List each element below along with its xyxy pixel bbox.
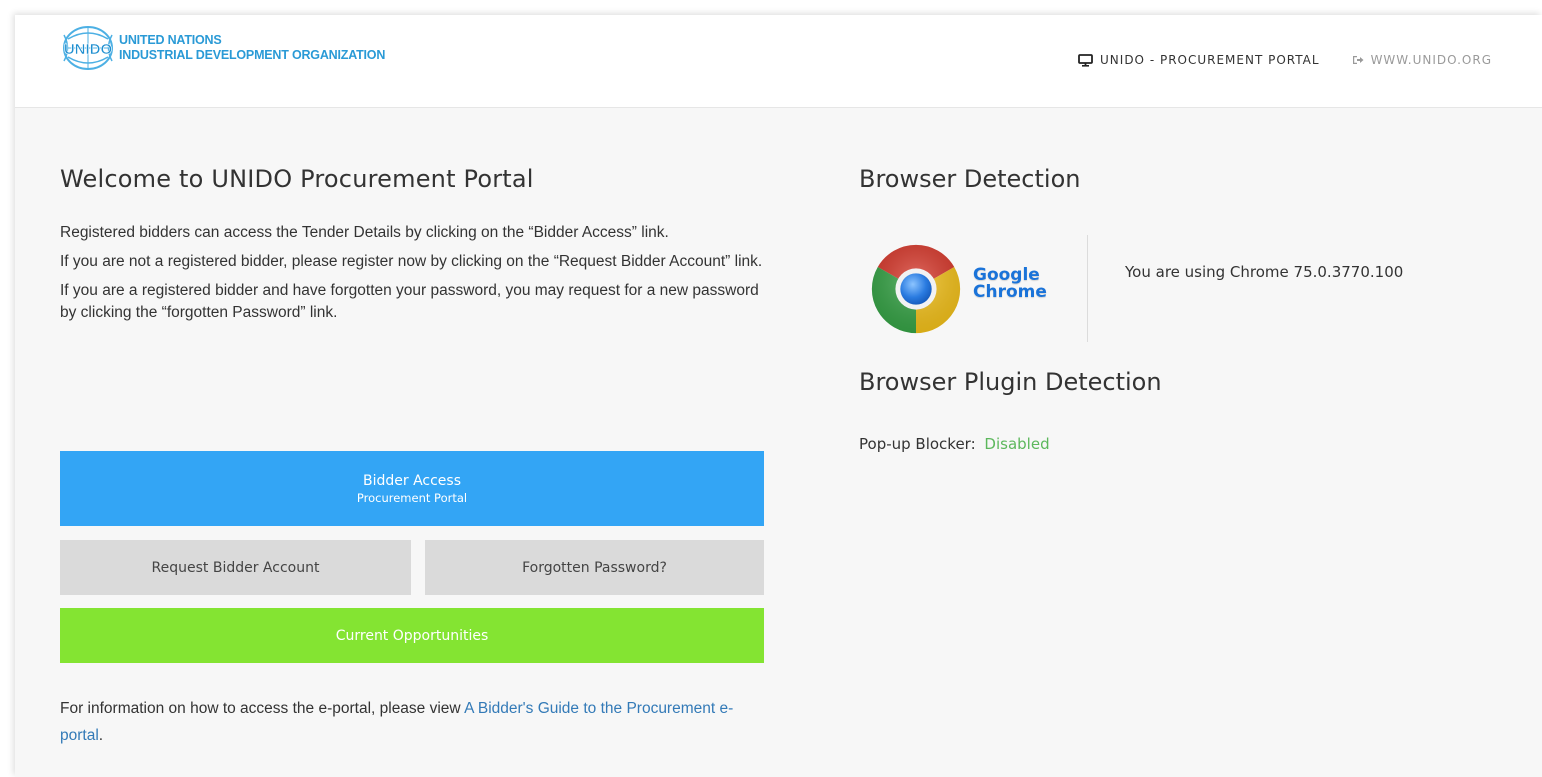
intro-paragraph-3: If you are a registered bidder and have … — [60, 282, 759, 321]
welcome-title: Welcome to UNIDO Procurement Portal — [60, 165, 534, 193]
intro-paragraph-2: If you are not a registered bidder, plea… — [60, 253, 763, 270]
logo-line-1: UNITED NATIONS — [119, 33, 222, 47]
popup-blocker-status: Disabled — [984, 435, 1050, 453]
browser-divider — [1087, 235, 1088, 342]
nav-procurement-portal-label: UNIDO - PROCUREMENT PORTAL — [1100, 53, 1320, 67]
browser-detection-box: Google Chrome You are using Chrome 75.0.… — [859, 235, 1499, 342]
unido-emblem-text: UNIDO — [64, 41, 113, 58]
welcome-section: Welcome to UNIDO Procurement Portal Regi… — [60, 165, 765, 744]
external-link-icon — [1352, 56, 1364, 64]
monitor-icon — [1078, 53, 1093, 67]
current-opportunities-label: Current Opportunities — [335, 627, 489, 644]
welcome-intro: Registered bidders can access the Tender… — [60, 222, 765, 324]
intro-paragraph-1: Registered bidders can access the Tender… — [60, 224, 669, 241]
bidder-access-sublabel: Procurement Portal — [356, 490, 468, 505]
logo-text: UNITED NATIONS INDUSTRIAL DEVELOPMENT OR… — [119, 33, 385, 63]
chrome-logo-text: Google Chrome — [973, 267, 1047, 301]
page-frame: UNIDO UNITED NATIONS INDUSTRIAL DEVELOPM… — [15, 15, 1542, 777]
guide-suffix: . — [98, 727, 104, 744]
request-bidder-account-label: Request Bidder Account — [151, 559, 320, 576]
top-nav: UNIDO - PROCUREMENT PORTAL WWW.UNIDO.ORG — [1078, 53, 1492, 67]
logo-line-2: INDUSTRIAL DEVELOPMENT ORGANIZATION — [119, 48, 386, 62]
browser-detection-title: Browser Detection — [859, 165, 1081, 193]
forgotten-password-button[interactable]: Forgotten Password? — [425, 540, 764, 595]
nav-procurement-portal[interactable]: UNIDO - PROCUREMENT PORTAL — [1078, 53, 1320, 67]
popup-blocker-label: Pop-up Blocker: — [859, 435, 976, 453]
request-bidder-account-button[interactable]: Request Bidder Account — [60, 540, 411, 595]
chrome-logo-icon — [871, 244, 961, 334]
unido-logo-link[interactable]: UNIDO UNITED NATIONS INDUSTRIAL DEVELOPM… — [61, 25, 385, 71]
site-header: UNIDO UNITED NATIONS INDUSTRIAL DEVELOPM… — [15, 15, 1542, 108]
bidder-guide-text: For information on how to access the e-p… — [60, 695, 765, 749]
chrome-logo-line-2: Chrome — [973, 282, 1047, 302]
bidder-access-button[interactable]: Bidder Access Procurement Portal — [60, 451, 764, 526]
guide-prefix: For information on how to access the e-p… — [60, 700, 465, 717]
nav-unido-website-label: WWW.UNIDO.ORG — [1370, 53, 1492, 67]
unido-emblem-icon: UNIDO — [63, 26, 113, 70]
browser-version-text: You are using Chrome 75.0.3770.100 — [1125, 263, 1404, 281]
bidder-access-label: Bidder Access — [362, 472, 461, 489]
browser-section: Browser Detection Google Chrome You are … — [859, 165, 1499, 453]
current-opportunities-button[interactable]: Current Opportunities — [60, 608, 764, 663]
plugin-detection-title: Browser Plugin Detection — [859, 368, 1162, 396]
forgotten-password-label: Forgotten Password? — [522, 559, 667, 576]
popup-blocker-row: Pop-up Blocker: Disabled — [859, 435, 1050, 453]
nav-unido-website[interactable]: WWW.UNIDO.ORG — [1352, 53, 1492, 67]
